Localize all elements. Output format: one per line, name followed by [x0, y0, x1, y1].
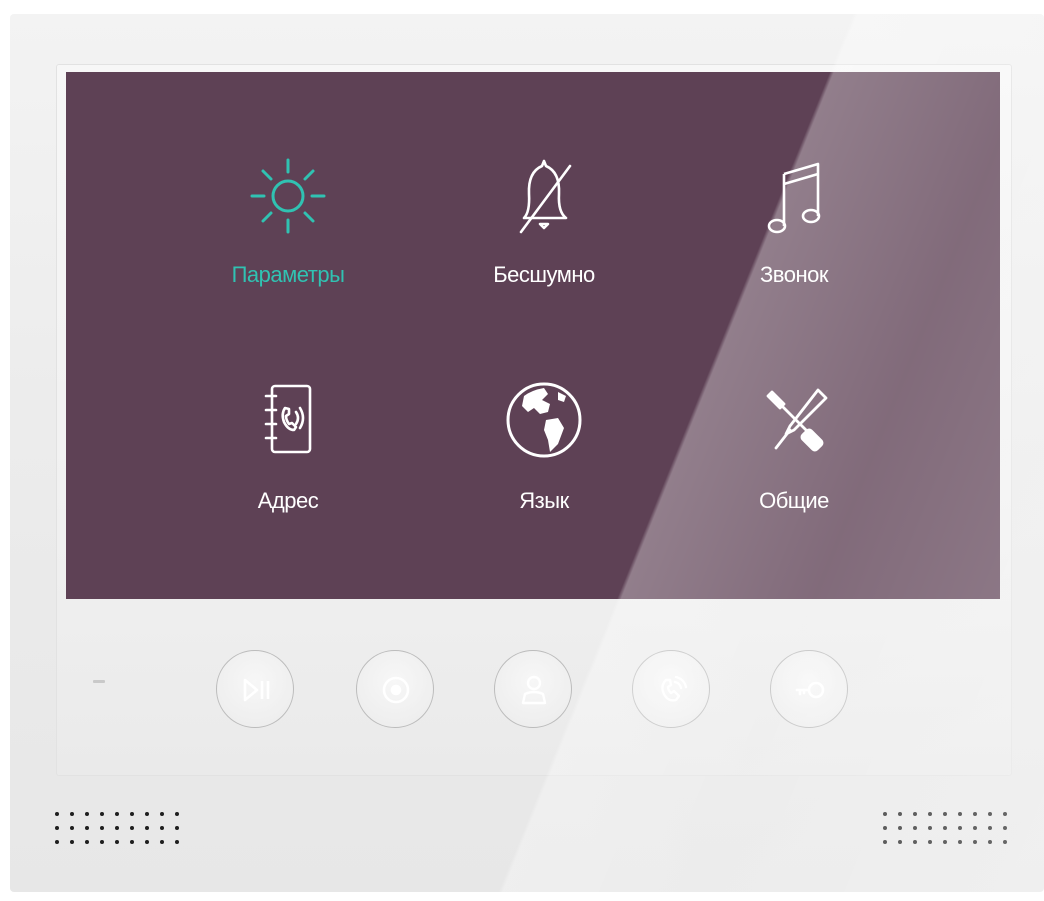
menu-item-language[interactable]: Язык	[444, 372, 644, 542]
play-pause-icon	[243, 678, 270, 702]
menu-label-address: Адрес	[257, 488, 319, 513]
menu-item-silent[interactable]: Бесшумно	[444, 146, 644, 316]
speaker-grille-left	[52, 810, 182, 846]
globe-icon	[494, 372, 594, 472]
phone-icon	[661, 675, 688, 702]
tools-icon	[744, 372, 844, 472]
menu-item-address[interactable]: Адрес	[188, 372, 388, 542]
unlock-button[interactable]	[770, 650, 848, 728]
intercom-monitor: Параметры Бесшумно Звонок Адрес Язык Общ…	[10, 14, 1044, 892]
menu-label-general: Общие	[759, 488, 829, 513]
key-icon	[795, 681, 825, 699]
call-button[interactable]	[632, 650, 710, 728]
menu-label-parameters: Параметры	[231, 262, 345, 287]
microphone-slot	[93, 680, 105, 683]
play-pause-button[interactable]	[216, 650, 294, 728]
menu-label-silent: Бесшумно	[493, 262, 595, 287]
address-book-icon	[238, 372, 338, 472]
screen: Параметры Бесшумно Звонок Адрес Язык Общ…	[66, 72, 1000, 599]
menu-label-language: Язык	[519, 488, 569, 513]
record-icon	[382, 676, 410, 704]
brightness-icon	[238, 146, 338, 246]
music-note-icon	[744, 146, 844, 246]
bell-mute-icon	[494, 146, 594, 246]
record-button[interactable]	[356, 650, 434, 728]
menu-label-ringtone: Звонок	[760, 262, 828, 287]
user-icon	[521, 675, 547, 705]
menu-item-parameters[interactable]: Параметры	[188, 146, 388, 316]
menu-item-general[interactable]: Общие	[694, 372, 894, 542]
menu-item-ringtone[interactable]: Звонок	[694, 146, 894, 316]
user-button[interactable]	[494, 650, 572, 728]
speaker-grille-right	[880, 810, 1010, 846]
